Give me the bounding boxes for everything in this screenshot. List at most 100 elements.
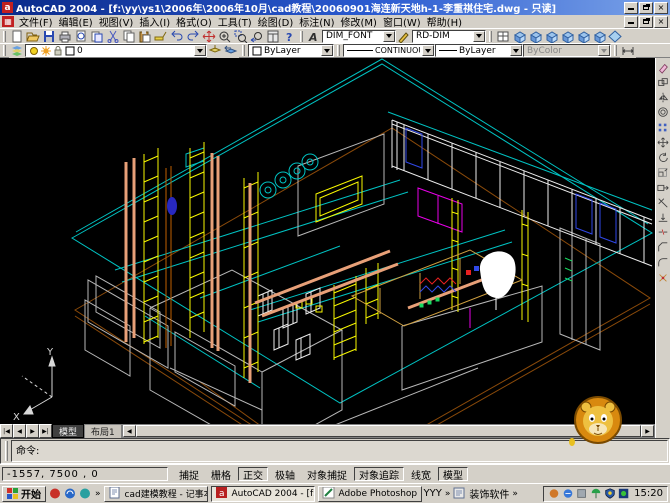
redo-icon[interactable] — [185, 29, 201, 43]
save-icon[interactable] — [41, 29, 57, 43]
plot-icon[interactable] — [57, 29, 73, 43]
menu-item[interactable]: 视图(V) — [96, 14, 137, 29]
rotate-icon[interactable] — [656, 150, 670, 164]
doc-close-button[interactable]: × — [654, 16, 668, 28]
chevron-down-icon[interactable] — [194, 45, 206, 56]
left-view-icon[interactable] — [543, 29, 559, 43]
coordinates-display[interactable]: -1557, 7500 , 0 — [2, 467, 168, 481]
layer-previous-icon[interactable] — [223, 44, 239, 58]
stretch-icon[interactable] — [656, 180, 670, 194]
status-toggle-otrack[interactable]: 对象追踪 — [354, 467, 404, 481]
task-button-notepad[interactable]: cad建模教程 - 记事本 — [104, 486, 208, 502]
document-icon[interactable]: ▦ — [2, 16, 14, 27]
toolbar-grip[interactable] — [614, 45, 617, 56]
layer-properties-icon[interactable] — [9, 44, 25, 58]
tab-nav-first[interactable]: |◀ — [0, 424, 13, 438]
tray-2-icon[interactable] — [562, 488, 574, 500]
toolbar-grip[interactable] — [337, 45, 340, 56]
named-views-icon[interactable] — [495, 29, 511, 43]
quick-launch-chevron[interactable]: » — [94, 489, 102, 499]
task-button-autocad[interactable]: aAutoCAD 2004 - [f:\... — [211, 486, 315, 502]
publish-icon[interactable] — [89, 29, 105, 43]
undo-icon[interactable] — [169, 29, 185, 43]
dim-style-icon[interactable] — [396, 29, 412, 43]
sw-isometric-icon[interactable] — [575, 29, 591, 43]
decor-software-icon[interactable] — [453, 487, 467, 501]
scroll-right-icon[interactable]: ▶ — [641, 425, 654, 437]
toolbar-grip[interactable] — [242, 45, 245, 56]
close-button[interactable]: × — [654, 2, 668, 14]
toolbar-grip[interactable] — [489, 31, 492, 42]
zoom-realtime-icon[interactable] — [217, 29, 233, 43]
status-toggle-snap[interactable]: 捕捉 — [174, 467, 204, 481]
command-grip[interactable] — [5, 441, 8, 461]
tab-nav-next[interactable]: ▶ — [26, 424, 39, 438]
se-isometric-icon[interactable] — [559, 29, 575, 43]
restore-button[interactable] — [639, 2, 653, 14]
dim-linear-icon[interactable] — [620, 44, 636, 58]
minimize-button[interactable] — [624, 2, 638, 14]
doc-restore-button[interactable] — [639, 16, 653, 28]
menu-item[interactable]: 标注(N) — [296, 14, 337, 29]
mirror-icon[interactable] — [656, 90, 670, 104]
tray-1-icon[interactable] — [548, 488, 560, 500]
chevron-down-icon[interactable] — [473, 31, 485, 42]
menu-item[interactable]: 插入(I) — [136, 14, 173, 29]
cut-icon[interactable] — [105, 29, 121, 43]
3d-orbit-icon[interactable] — [607, 29, 623, 43]
top-view-icon[interactable] — [511, 29, 527, 43]
chevron-down-icon[interactable] — [321, 45, 333, 56]
paste-icon[interactable] — [137, 29, 153, 43]
status-toggle-osnap[interactable]: 对象捕捉 — [302, 467, 352, 481]
status-toggle-model-space[interactable]: 模型 — [438, 467, 468, 481]
copy-object-icon[interactable] — [656, 75, 670, 89]
tray-4-icon[interactable] — [590, 488, 602, 500]
status-toggle-grid[interactable]: 栅格 — [206, 467, 236, 481]
array-icon[interactable] — [656, 120, 670, 134]
menu-item[interactable]: 窗口(W) — [380, 14, 424, 29]
front-view-icon[interactable] — [527, 29, 543, 43]
tray-3-icon[interactable] — [576, 488, 588, 500]
preview-icon[interactable] — [73, 29, 89, 43]
tab-layout1[interactable]: 布局1 — [84, 424, 122, 438]
chevron-down-icon[interactable] — [422, 45, 434, 56]
lion-mascot[interactable] — [566, 394, 630, 448]
start-button[interactable]: 开始 — [2, 486, 46, 502]
explode-icon[interactable] — [656, 270, 670, 284]
toolbar-chevron[interactable]: » — [444, 489, 452, 499]
text-style-combo[interactable]: DIM_FONT — [322, 30, 396, 43]
menu-item[interactable]: 编辑(E) — [56, 14, 96, 29]
drawing-viewport[interactable]: Y X — [0, 58, 655, 424]
copy-icon[interactable] — [121, 29, 137, 43]
toolbar-grip[interactable] — [300, 31, 303, 42]
menu-item[interactable]: 修改(M) — [338, 14, 380, 29]
make-object-layer-current-icon[interactable] — [207, 44, 223, 58]
ql-app-3-icon[interactable] — [78, 487, 92, 501]
taskbar-toolbar-decor[interactable]: 装饰软件 — [469, 486, 509, 501]
ql-app-2-icon[interactable] — [63, 487, 77, 501]
toolbar-grip[interactable] — [3, 45, 6, 56]
chevron-down-icon[interactable] — [510, 45, 522, 56]
layer-combo[interactable]: 0 — [25, 44, 207, 57]
status-toggle-ortho[interactable]: 正交 — [238, 467, 268, 481]
tab-nav-last[interactable]: ▶| — [39, 424, 52, 438]
match-properties-icon[interactable] — [153, 29, 169, 43]
linetype-combo[interactable]: CONTINUOUS — [343, 44, 435, 57]
tab-nav-prev[interactable]: ◀ — [13, 424, 26, 438]
menu-item[interactable]: 帮助(H) — [424, 14, 465, 29]
move-icon[interactable] — [656, 135, 670, 149]
chamfer-icon[interactable] — [656, 240, 670, 254]
scroll-left-icon[interactable]: ◀ — [123, 425, 136, 437]
menu-item[interactable]: 文件(F) — [16, 14, 56, 29]
ne-isometric-icon[interactable] — [591, 29, 607, 43]
status-toggle-polar[interactable]: 极轴 — [270, 467, 300, 481]
properties-icon[interactable] — [265, 29, 281, 43]
zoom-previous-icon[interactable] — [249, 29, 265, 43]
open-icon[interactable] — [25, 29, 41, 43]
text-style-icon[interactable]: A — [306, 29, 322, 43]
tray-6-icon[interactable] — [618, 488, 630, 500]
ql-app-1-icon[interactable] — [48, 487, 62, 501]
menu-item[interactable]: 格式(O) — [173, 14, 215, 29]
tab-model[interactable]: 模型 — [52, 424, 84, 438]
task-button-photoshop[interactable]: Adobe Photoshop — [318, 486, 422, 502]
